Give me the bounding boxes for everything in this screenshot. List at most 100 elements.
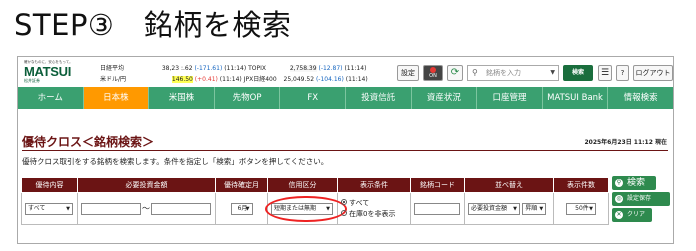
header-benefit-content: 優待内容 bbox=[21, 177, 78, 193]
stock-code-input[interactable] bbox=[414, 202, 460, 215]
title-divider bbox=[22, 150, 668, 151]
market-value: 38,23 :.62 bbox=[161, 65, 193, 72]
investment-amount-cell: 〜 bbox=[77, 192, 216, 225]
market-change-2: (-104.16) bbox=[315, 76, 344, 83]
app-window: 確かなものに、安心をもって。 MATSUI 松井証券 日経平均 38,23 :.… bbox=[17, 56, 674, 244]
clear-button-label: クリア bbox=[627, 211, 646, 218]
save-icon: ◎ bbox=[615, 195, 623, 203]
nav-item-us-stocks[interactable]: 米国株 bbox=[149, 87, 215, 109]
market-value-2: 2,758.39 bbox=[289, 65, 317, 72]
market-change: (-171.61) bbox=[194, 65, 223, 72]
nav-item-account[interactable]: 口座管理 bbox=[477, 87, 543, 109]
stock-search-placeholder: 銘柄を入力 bbox=[486, 69, 521, 77]
side-actions: ⚲ 検索 ◎ 設定保存 ✕ クリア bbox=[612, 176, 672, 224]
radio-selected-icon bbox=[341, 198, 347, 205]
page-description: 優待クロス取引をする銘柄を検索します。条件を指定し「検索」ボタンを押してください… bbox=[22, 157, 329, 166]
chevron-down-icon: ▼ bbox=[589, 205, 593, 212]
sort-cell: 必要投資金額 ▼ 昇順 ▼ bbox=[464, 192, 554, 225]
nav-item-info-search[interactable]: 情報検索 bbox=[608, 87, 673, 109]
market-time: (11:14) bbox=[224, 65, 247, 72]
nav-item-japan-stocks[interactable]: 日本株 bbox=[83, 87, 150, 109]
highlight-annotation bbox=[265, 195, 347, 222]
radio-all[interactable]: すべて bbox=[341, 198, 407, 209]
benefit-content-select[interactable]: すべて ▼ bbox=[25, 202, 73, 215]
market-value: 146.50 bbox=[171, 76, 193, 83]
search-conditions-table: 優待内容 必要投資金額 優待確定月 信用区分 表示条件 銘柄コード 並べ替え 表… bbox=[21, 177, 609, 225]
market-change-2: (-12.87) bbox=[318, 65, 343, 72]
radio-hide-zero-stock[interactable]: 在庫0を非表示 bbox=[341, 209, 407, 220]
credit-type-cell: 短期または無期 ▼ bbox=[265, 192, 347, 225]
count-value: 50件 bbox=[575, 204, 589, 212]
radio-all-label: すべて bbox=[349, 198, 370, 207]
search-button-label: 検索 bbox=[627, 178, 646, 188]
header-stock-code: 銘柄コード bbox=[410, 177, 465, 193]
clear-button[interactable]: ✕ クリア bbox=[612, 208, 652, 222]
sort-key-select[interactable]: 必要投資金額 ▼ bbox=[468, 202, 520, 215]
count-cell: 50件 ▼ bbox=[553, 192, 609, 225]
header-display-condition: 表示条件 bbox=[337, 177, 411, 193]
chevron-down-icon: ▼ bbox=[539, 205, 544, 212]
step-title: STEP③ 銘柄を検索 bbox=[14, 8, 292, 42]
nav-item-matsui-bank[interactable]: MATSUI Bank bbox=[543, 87, 609, 109]
confirm-month-select[interactable]: 6月 ▼ bbox=[230, 202, 253, 215]
market-name: 日経平均 bbox=[100, 65, 125, 72]
header-investment-amount: 必要投資金額 bbox=[77, 177, 216, 193]
nav-item-assets[interactable]: 資産状況 bbox=[412, 87, 478, 109]
main-nav: ホーム 日本株 米国株 先物OP FX 投資信託 資産状況 口座管理 MATSU… bbox=[18, 87, 673, 109]
refresh-icon: ⟳ bbox=[450, 67, 460, 78]
list-menu-button[interactable]: ☰ bbox=[598, 65, 612, 81]
header-confirm-month: 優待確定月 bbox=[215, 177, 268, 193]
notification-toggle-button[interactable]: ON bbox=[423, 65, 443, 81]
save-settings-label: 設定保存 bbox=[627, 195, 652, 202]
save-settings-button[interactable]: ◎ 設定保存 bbox=[612, 192, 670, 206]
investment-min-input[interactable] bbox=[81, 202, 141, 215]
help-button[interactable]: ? bbox=[616, 65, 629, 81]
nav-item-fx[interactable]: FX bbox=[280, 87, 346, 109]
conditions-header-row: 優待内容 必要投資金額 優待確定月 信用区分 表示条件 銘柄コード 並べ替え 表… bbox=[21, 177, 609, 193]
chevron-down-icon: ▼ bbox=[66, 205, 70, 212]
market-name-2: JPX日経400 bbox=[243, 76, 277, 83]
market-time-2: (11:14) bbox=[344, 65, 367, 72]
display-condition-cell: すべて 在庫0を非表示 bbox=[337, 192, 411, 225]
stock-search-input[interactable]: ⚲ 銘柄を入力 ▼ bbox=[467, 65, 559, 81]
market-name: 米ドル/円 bbox=[100, 76, 127, 83]
config-button[interactable]: 設定 bbox=[397, 65, 419, 81]
chevron-down-icon: ▼ bbox=[550, 69, 555, 76]
page-title: 優待クロス＜銘柄検索＞ bbox=[22, 135, 155, 149]
credit-type-wrapper: 短期または無期 ▼ bbox=[265, 195, 347, 222]
header-search-button[interactable]: 検索 bbox=[563, 65, 593, 81]
search-button[interactable]: ⚲ 検索 bbox=[612, 176, 656, 190]
header-bar: 確かなものに、安心をもって。 MATSUI 松井証券 日経平均 38,23 :.… bbox=[18, 57, 673, 87]
benefit-content-value: すべて bbox=[28, 204, 46, 212]
chevron-down-icon: ▼ bbox=[245, 205, 250, 212]
market-time: (11:14) bbox=[219, 76, 242, 83]
clear-icon: ✕ bbox=[615, 211, 623, 219]
market-row-1: 日経平均 38,23 :.62 (-171.61) (11:14) TOPIX … bbox=[100, 63, 366, 72]
stock-code-cell bbox=[410, 192, 465, 225]
market-value-2: 25,049.52 bbox=[283, 76, 315, 83]
count-select[interactable]: 50件 ▼ bbox=[566, 202, 596, 215]
nav-item-investment-trust[interactable]: 投資信託 bbox=[346, 87, 412, 109]
confirm-month-cell: 6月 ▼ bbox=[215, 192, 268, 225]
header-count: 表示件数 bbox=[553, 177, 609, 193]
range-separator: 〜 bbox=[142, 204, 150, 213]
market-time-2: (11:14) bbox=[345, 76, 368, 83]
sort-order-select[interactable]: 昇順 ▼ bbox=[522, 202, 547, 215]
nav-item-home[interactable]: ホーム bbox=[18, 87, 84, 109]
logout-button[interactable]: ログアウト bbox=[633, 65, 673, 81]
market-row-2: 米ドル/円 146.50 (+0.41) (11:14) JPX日経400 25… bbox=[100, 74, 368, 83]
search-icon: ⚲ bbox=[472, 68, 478, 77]
matsui-logo[interactable]: 確かなものに、安心をもって。 MATSUI 松井証券 bbox=[24, 60, 82, 84]
header-sort: 並べ替え bbox=[464, 177, 554, 193]
header-credit-type: 信用区分 bbox=[267, 177, 338, 193]
refresh-button[interactable]: ⟳ bbox=[447, 65, 463, 81]
page-datetime: 2025年6月23日 11:12 現在 bbox=[584, 139, 667, 146]
radio-unselected-icon bbox=[341, 209, 347, 216]
radio-hide-zero-label: 在庫0を非表示 bbox=[349, 209, 396, 218]
market-name-2: TOPIX bbox=[248, 65, 266, 72]
investment-max-input[interactable] bbox=[151, 202, 211, 215]
sort-key-value: 必要投資金額 bbox=[471, 204, 508, 212]
search-icon: ⚲ bbox=[615, 179, 623, 187]
list-icon: ☰ bbox=[600, 68, 610, 78]
nav-item-futures-options[interactable]: 先物OP bbox=[215, 87, 281, 109]
